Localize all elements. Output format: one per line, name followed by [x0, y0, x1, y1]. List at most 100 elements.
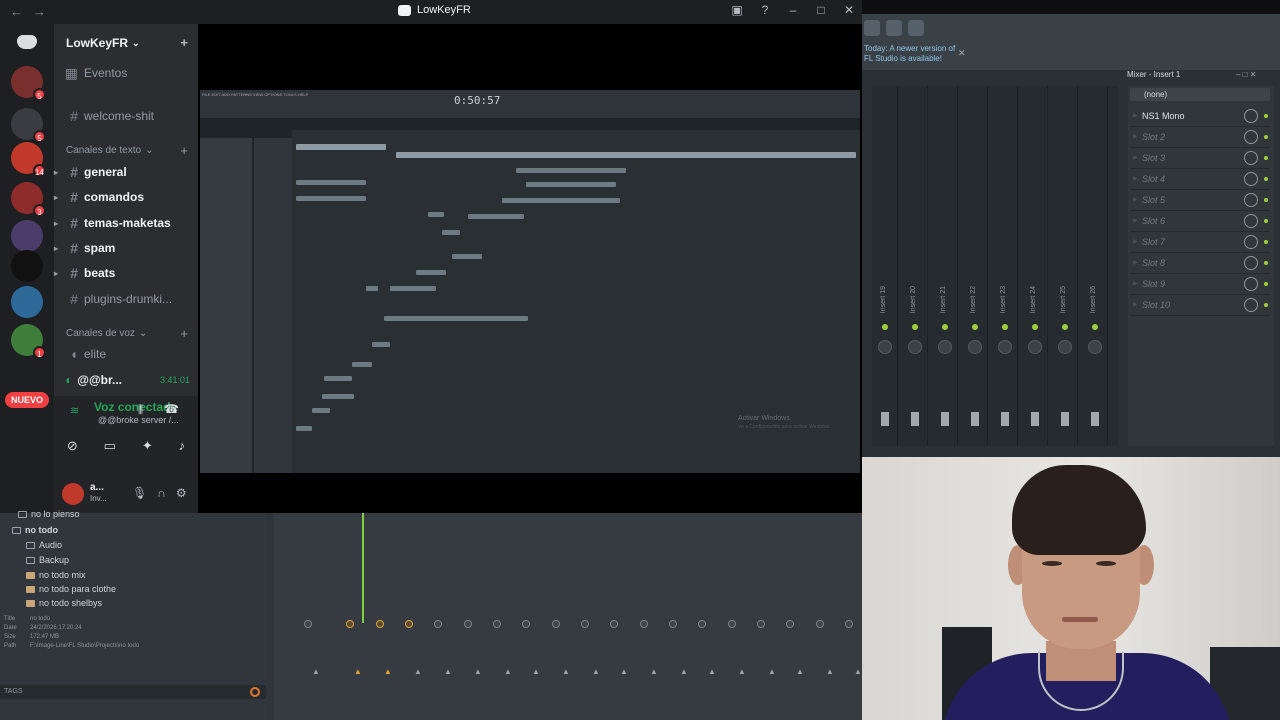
server-header[interactable]: LowKeyFR ⌄ +: [54, 24, 198, 62]
playhead[interactable]: [362, 513, 364, 623]
browser-folder[interactable]: no todo: [12, 525, 58, 535]
pan-knob[interactable]: [998, 340, 1012, 354]
soundboard-icon[interactable]: ♪: [179, 438, 186, 454]
route-arrow-icon[interactable]: ▲: [680, 667, 688, 676]
browser-folder[interactable]: Backup: [26, 555, 69, 565]
events-item[interactable]: ▦ Eventos: [54, 62, 198, 84]
route-arrow-icon[interactable]: ▲: [532, 667, 540, 676]
mix-knob[interactable]: [1244, 298, 1258, 312]
route-arrow-icon[interactable]: ▲: [708, 667, 716, 676]
add-user-icon[interactable]: +: [180, 35, 188, 50]
channel-temas-maketas[interactable]: ▸ # temas-maketas: [54, 212, 198, 234]
mix-knob[interactable]: [1244, 130, 1258, 144]
mixer-strip[interactable]: Insert 22: [962, 86, 988, 446]
route-arrow-icon[interactable]: ▲: [826, 667, 834, 676]
minimize-button[interactable]: –: [786, 3, 800, 17]
track-knob[interactable]: [552, 620, 560, 628]
pan-knob[interactable]: [968, 340, 982, 354]
track-knob[interactable]: [845, 620, 853, 628]
route-arrow-icon[interactable]: ▲: [738, 667, 746, 676]
server-icon[interactable]: 3: [11, 182, 46, 217]
effect-slot[interactable]: ▶ Slot 8: [1130, 253, 1270, 274]
mixer-strip[interactable]: Insert 19: [872, 86, 898, 446]
track-knob[interactable]: [610, 620, 618, 628]
track-knob[interactable]: [304, 620, 312, 628]
add-channel-icon[interactable]: +: [180, 326, 188, 341]
slot-led[interactable]: [1264, 261, 1268, 265]
mix-knob[interactable]: [1244, 193, 1258, 207]
route-arrow-icon[interactable]: ▲: [854, 667, 862, 676]
maximize-button[interactable]: □: [814, 3, 828, 17]
volume-fader[interactable]: [1001, 412, 1009, 426]
slot-led[interactable]: [1264, 240, 1268, 244]
route-arrow-icon[interactable]: ▲: [504, 667, 512, 676]
channel-plugins[interactable]: # plugins-drumki...: [54, 288, 198, 310]
pan-knob[interactable]: [878, 340, 892, 354]
headphones-icon[interactable]: ∩: [157, 486, 166, 500]
effect-slot[interactable]: ▶ Slot 9: [1130, 274, 1270, 295]
slot-led[interactable]: [1264, 135, 1268, 139]
volume-fader[interactable]: [1031, 412, 1039, 426]
help-icon[interactable]: ?: [758, 3, 772, 17]
volume-fader[interactable]: [911, 412, 919, 426]
track-knob[interactable]: [376, 620, 384, 628]
track-knob[interactable]: [669, 620, 677, 628]
mix-knob[interactable]: [1244, 277, 1258, 291]
route-arrow-icon[interactable]: ▲: [384, 667, 392, 676]
track-knob[interactable]: [757, 620, 765, 628]
pan-knob[interactable]: [1058, 340, 1072, 354]
pan-knob[interactable]: [938, 340, 952, 354]
route-arrow-icon[interactable]: ▲: [474, 667, 482, 676]
noise-suppression-icon[interactable]: ⫼: [138, 404, 143, 417]
inbox-icon[interactable]: ▣: [730, 3, 744, 17]
forward-arrow-icon[interactable]: →: [33, 4, 46, 19]
volume-fader[interactable]: [1061, 412, 1069, 426]
strip-led[interactable]: [1062, 324, 1068, 330]
pan-knob[interactable]: [908, 340, 922, 354]
mix-knob[interactable]: [1244, 235, 1258, 249]
mix-knob[interactable]: [1244, 172, 1258, 186]
mixer-strip[interactable]: Insert 21: [932, 86, 958, 446]
mix-knob[interactable]: [1244, 151, 1258, 165]
mixer-strip[interactable]: Insert 26: [1082, 86, 1108, 446]
signal-icon[interactable]: ≋: [70, 404, 79, 417]
route-arrow-icon[interactable]: ▲: [768, 667, 776, 676]
browser-folder[interactable]: Audio: [26, 540, 62, 550]
track-knob[interactable]: [640, 620, 648, 628]
server-icon[interactable]: 5: [11, 108, 46, 143]
server-icon[interactable]: [11, 220, 43, 252]
pan-knob[interactable]: [1088, 340, 1102, 354]
track-knob[interactable]: [728, 620, 736, 628]
volume-fader[interactable]: [971, 412, 979, 426]
route-arrow-icon[interactable]: ▲: [592, 667, 600, 676]
search-icon[interactable]: [250, 687, 260, 697]
track-knob[interactable]: [493, 620, 501, 628]
effect-slot[interactable]: ▶ Slot 6: [1130, 211, 1270, 232]
activities-icon[interactable]: ✦: [142, 438, 153, 454]
effect-slot[interactable]: ▶ Slot 7: [1130, 232, 1270, 253]
screen-share-icon[interactable]: ▭: [104, 438, 116, 454]
route-arrow-icon[interactable]: ▲: [414, 667, 422, 676]
category-text-channels[interactable]: Canales de texto ⌄ +: [66, 143, 188, 158]
channel-beats[interactable]: ▸ # beats: [54, 262, 198, 284]
effect-slot[interactable]: ▶ Slot 3: [1130, 148, 1270, 169]
route-arrow-icon[interactable]: ▲: [562, 667, 570, 676]
route-arrow-icon[interactable]: ▲: [620, 667, 628, 676]
track-knob[interactable]: [581, 620, 589, 628]
plugin-icon[interactable]: [886, 20, 902, 36]
effect-slot[interactable]: ▶ Slot 10: [1130, 295, 1270, 316]
channel-comandos[interactable]: ▸ # comandos: [54, 186, 198, 208]
voice-participant[interactable]: ◖ @@br... 3:41:01: [64, 370, 194, 390]
server-icon[interactable]: 1: [11, 324, 46, 359]
channel-welcome[interactable]: # welcome-shit: [54, 105, 198, 127]
mixer-strip[interactable]: Insert 24: [1022, 86, 1048, 446]
close-notice-icon[interactable]: ✕: [958, 48, 966, 59]
track-knob[interactable]: [522, 620, 530, 628]
track-knob[interactable]: [816, 620, 824, 628]
mixer-strip[interactable]: Insert 25: [1052, 86, 1078, 446]
slot-led[interactable]: [1264, 177, 1268, 181]
category-voice-channels[interactable]: Canales de voz ⌄ +: [66, 326, 188, 341]
slot-led[interactable]: [1264, 282, 1268, 286]
strip-led[interactable]: [912, 324, 918, 330]
microphone-icon[interactable]: 🎙︎: [132, 486, 147, 500]
